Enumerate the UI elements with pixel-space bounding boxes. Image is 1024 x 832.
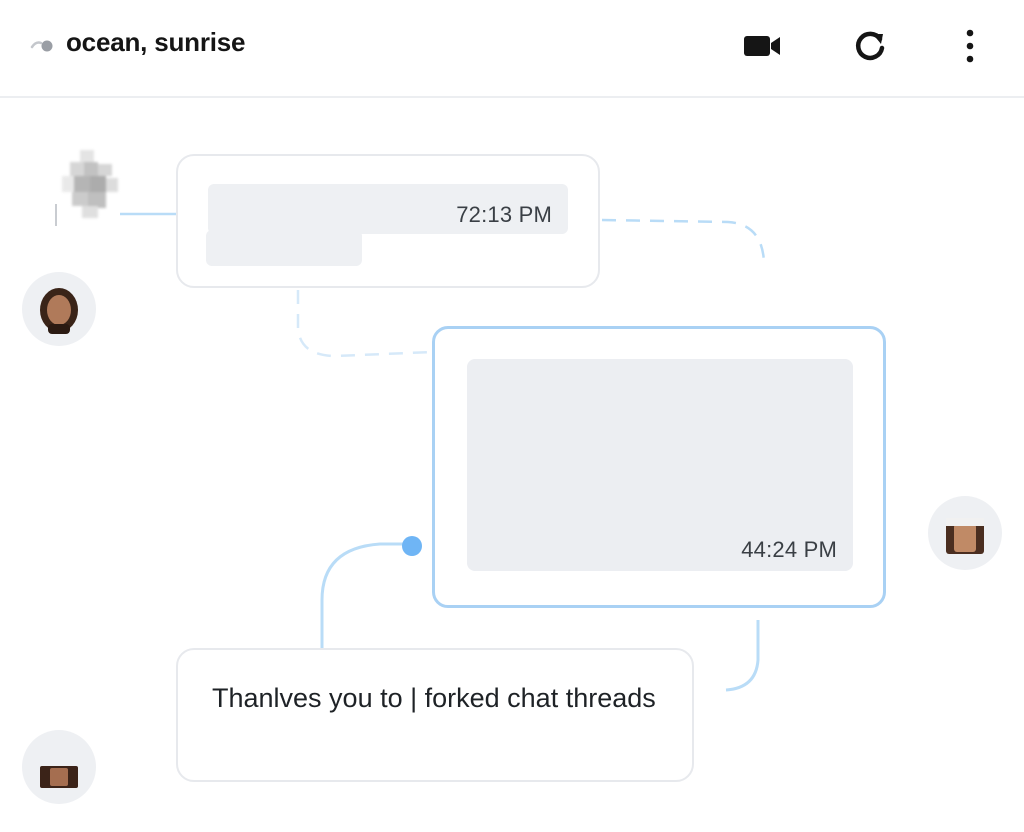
redacted-text (206, 230, 362, 266)
chat-thread-view: ocean, sunrise 72:13 PM 44:24 PM Thanlve… (0, 0, 1024, 832)
video-camera-icon (744, 36, 780, 56)
back-icon[interactable] (30, 38, 54, 52)
video-call-button[interactable] (738, 22, 786, 70)
avatar[interactable] (22, 730, 96, 804)
avatar-portrait-icon (40, 766, 78, 788)
message-card[interactable]: Thanlves you to | forked chat threads (176, 648, 694, 782)
message-timestamp: 44:24 PM (741, 537, 837, 562)
message-card-selected[interactable]: 44:24 PM (432, 326, 886, 608)
branch-point-handle[interactable] (402, 536, 422, 556)
avatar[interactable] (22, 272, 96, 346)
more-options-button[interactable] (946, 22, 994, 70)
message-card[interactable]: 72:13 PM (176, 154, 600, 288)
chat-title: ocean, sunrise (66, 27, 246, 57)
pixelated-image (62, 150, 118, 218)
more-vertical-icon (966, 29, 974, 63)
refresh-button[interactable] (846, 22, 894, 70)
avatar-portrait-icon (40, 288, 78, 334)
avatar-portrait-icon (946, 518, 984, 554)
refresh-icon (855, 31, 885, 61)
message-timestamp: 72:13 PM (456, 202, 552, 227)
message-text: Thanlves you to | forked chat threads (212, 683, 656, 713)
chat-header: ocean, sunrise (0, 0, 1024, 98)
avatar[interactable] (928, 496, 1002, 570)
